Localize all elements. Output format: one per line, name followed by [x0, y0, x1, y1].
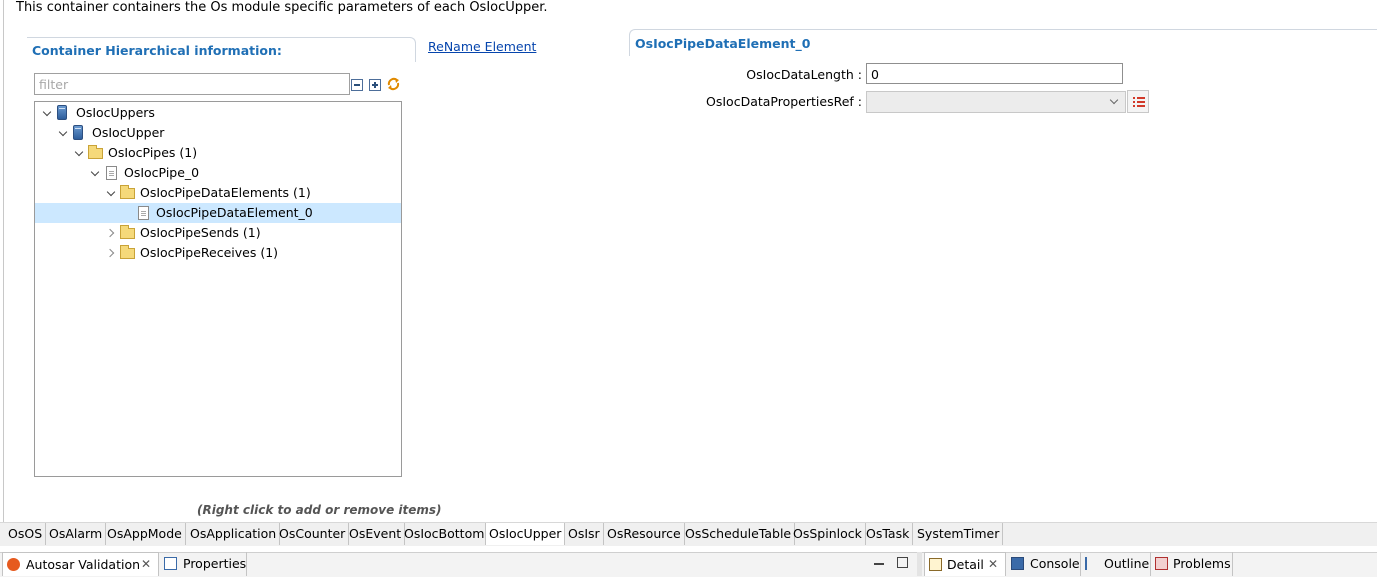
container-db-icon [73, 125, 83, 140]
data-length-input[interactable]: 0 [866, 63, 1123, 84]
chevron-down-icon[interactable] [58, 123, 68, 143]
tree-filter-input[interactable] [34, 73, 350, 95]
container-description: This container containers the Os module … [16, 0, 548, 15]
tab-osapplication[interactable]: OsApplication [187, 523, 281, 545]
tab-osos[interactable]: OsOS [5, 523, 47, 545]
tab-osisr[interactable]: OsIsr [565, 523, 604, 545]
view-tab-label: Detail [947, 557, 984, 572]
expand-all-icon[interactable] [369, 79, 381, 91]
view-tab-label: Autosar Validation [26, 557, 141, 572]
view-tab-console[interactable]: Console [1006, 552, 1081, 576]
chevron-down-icon[interactable] [74, 143, 84, 163]
context-menu-hint: (Right click to add or remove items) [197, 503, 442, 517]
view-tab-problems[interactable]: Problems [1151, 552, 1233, 576]
tab-osiocbottom[interactable]: OsIocBottom [401, 523, 489, 545]
chevron-down-icon[interactable] [90, 163, 100, 183]
folder-icon [88, 145, 103, 159]
collapse-all-icon[interactable] [351, 79, 363, 91]
editor-left-border [3, 0, 4, 522]
hierarchy-tree[interactable]: OsIocUppers OsIocUpper OsIocPipes (1) Os… [34, 101, 402, 477]
chevron-down-icon[interactable] [106, 183, 116, 203]
outline-icon [1085, 557, 1098, 570]
detail-section-title: OsIocPipeDataElement_0 [635, 36, 811, 51]
tree-node[interactable]: OsIocPipeReceives (1) [35, 243, 401, 263]
view-tab-outline[interactable]: Outline [1081, 552, 1151, 576]
validation-icon [7, 558, 20, 571]
properties-ref-label: OsIocDataPropertiesRef : [706, 94, 862, 109]
view-tab-label: Problems [1173, 556, 1231, 571]
tree-node-label: OsIocUpper [92, 125, 165, 140]
container-db-icon [57, 105, 67, 120]
tree-node[interactable]: OsIocUppers [35, 103, 401, 123]
tree-node-label: OsIocPipeSends (1) [140, 225, 261, 240]
tab-osscheduletable[interactable]: OsScheduleTable [682, 523, 796, 545]
close-icon[interactable]: ✕ [141, 553, 151, 576]
tab-oscounter[interactable]: OsCounter [276, 523, 350, 545]
properties-icon [164, 557, 177, 570]
tab-osspinlock[interactable]: OsSpinlock [790, 523, 866, 545]
tree-node[interactable]: OsIocPipe_0 [35, 163, 401, 183]
tab-systemtimer[interactable]: SystemTimer [914, 523, 1004, 545]
tab-osiocupper[interactable]: OsIocUpper [485, 523, 566, 545]
folder-icon [120, 225, 135, 239]
reference-list-button[interactable] [1127, 90, 1149, 113]
view-tab-label: Console [1030, 556, 1080, 571]
rename-element-link[interactable]: ReName Element [428, 39, 536, 54]
view-tab-autosar-validation[interactable]: Autosar Validation ✕ [2, 552, 159, 576]
folder-icon [120, 245, 135, 259]
tree-node-label: OsIocPipes (1) [108, 145, 198, 160]
hierarchy-section-title: Container Hierarchical information: [32, 43, 282, 58]
tree-node-label: OsIocPipeReceives (1) [140, 245, 279, 260]
maximize-icon[interactable] [897, 557, 908, 568]
minimize-icon[interactable] [874, 563, 884, 565]
chevron-right-icon[interactable] [106, 223, 116, 243]
tree-node-label: OsIocUppers [76, 105, 155, 120]
view-tab-label: Outline [1104, 556, 1150, 571]
tab-osappmode[interactable]: OsAppMode [104, 523, 186, 545]
close-icon[interactable]: ✕ [988, 553, 998, 576]
tree-node[interactable]: OsIocUpper [35, 123, 401, 143]
tree-node-label: OsIocPipe_0 [124, 165, 200, 180]
console-icon [1011, 557, 1024, 570]
tree-node[interactable]: OsIocPipes (1) [35, 143, 401, 163]
chevron-right-icon[interactable] [106, 243, 116, 263]
detail-icon [929, 558, 942, 571]
problems-icon [1155, 557, 1168, 570]
tree-node-selected[interactable]: OsIocPipeDataElement_0 [35, 203, 401, 223]
tree-node[interactable]: OsIocPipeSends (1) [35, 223, 401, 243]
view-tab-detail[interactable]: Detail ✕ [924, 552, 1006, 576]
view-divider [917, 552, 922, 576]
tab-ostask[interactable]: OsTask [863, 523, 914, 545]
tree-node[interactable]: OsIocPipeDataElements (1) [35, 183, 401, 203]
data-length-label: OsIocDataLength : [746, 67, 862, 82]
view-tab-properties[interactable]: Properties [159, 552, 247, 576]
tab-osalarm[interactable]: OsAlarm [46, 523, 107, 545]
tree-node-label: OsIocPipeDataElement_0 [156, 205, 313, 220]
file-icon [138, 206, 149, 220]
file-icon [106, 166, 117, 180]
tab-osresource[interactable]: OsResource [604, 523, 685, 545]
chevron-down-icon[interactable] [42, 103, 52, 123]
folder-icon [120, 185, 135, 199]
tab-osevent[interactable]: OsEvent [346, 523, 406, 545]
view-tab-label: Properties [183, 556, 247, 571]
sync-link-icon[interactable] [386, 76, 401, 92]
tree-node-label: OsIocPipeDataElements (1) [140, 185, 311, 200]
properties-ref-select[interactable] [866, 91, 1126, 113]
